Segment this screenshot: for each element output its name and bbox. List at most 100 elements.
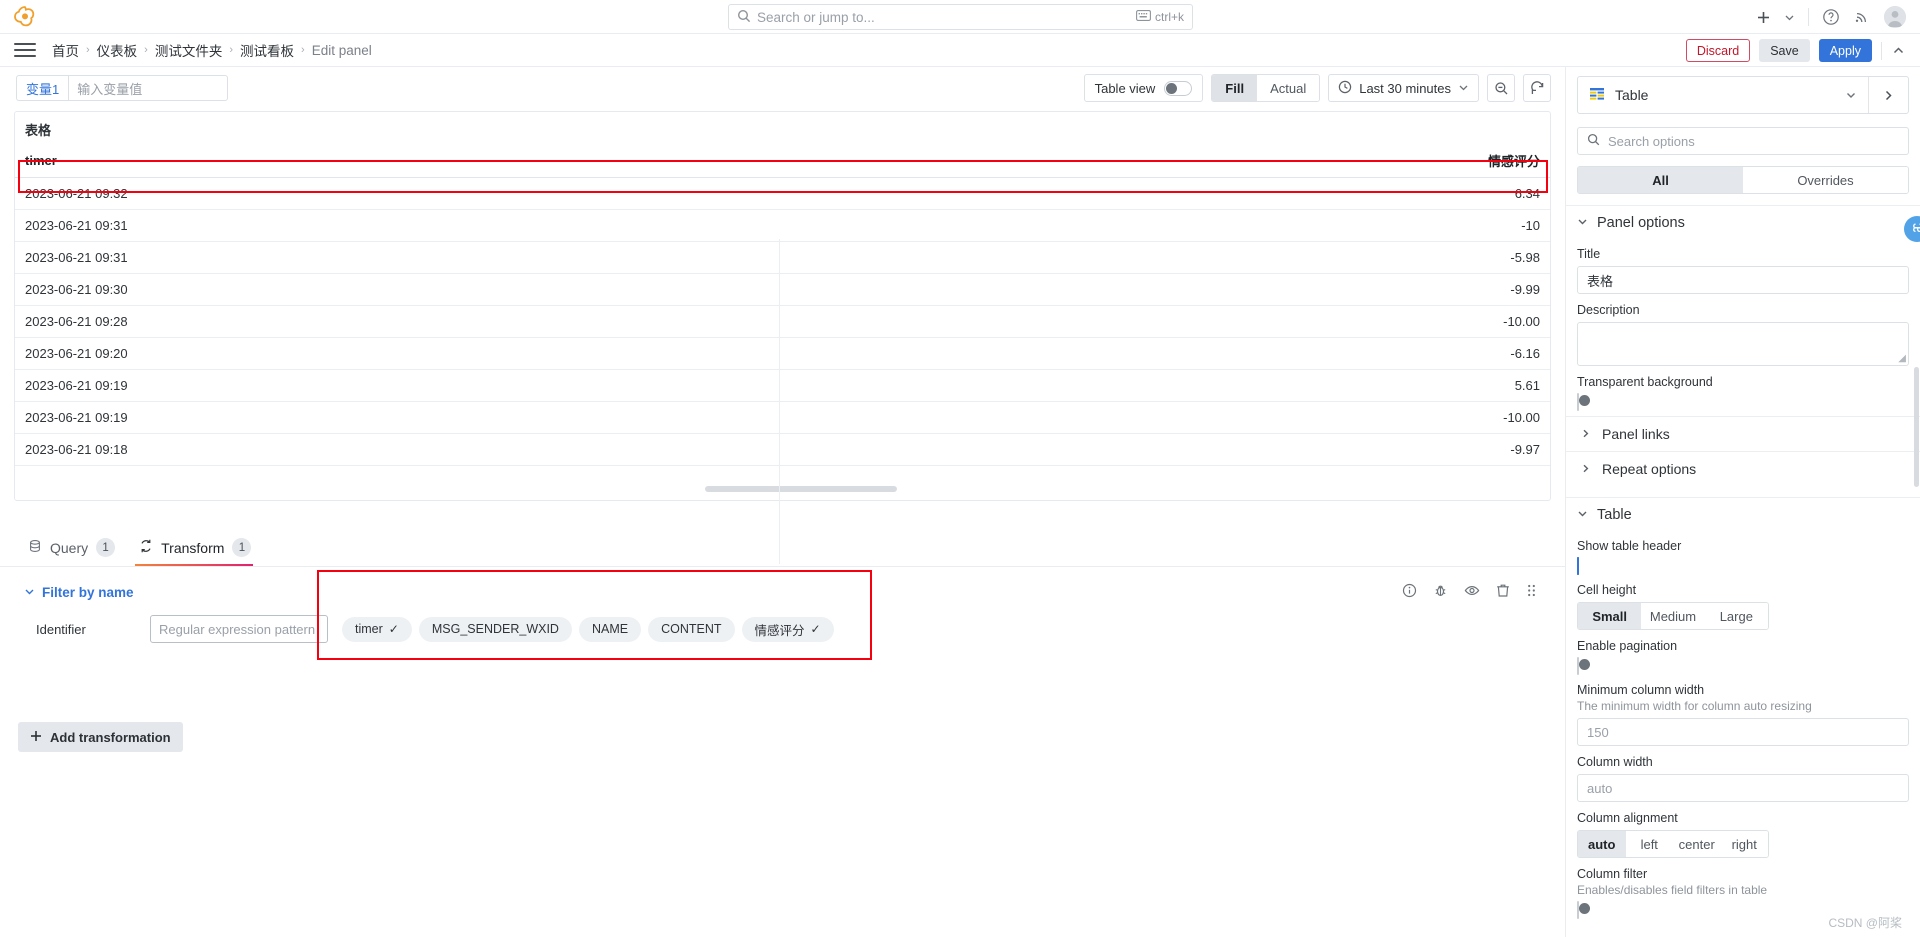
column-header-timer[interactable]: timer — [15, 145, 783, 178]
time-range-picker[interactable]: Last 30 minutes — [1328, 74, 1479, 102]
rss-icon[interactable] — [1853, 8, 1871, 26]
cell-score: -10.00 — [782, 401, 1550, 434]
cell-score: -6.16 — [782, 337, 1550, 370]
repeat-options-row[interactable]: Repeat options — [1566, 451, 1920, 486]
enable-pagination-switch[interactable] — [1577, 657, 1590, 675]
table-options-header[interactable]: Table — [1566, 498, 1920, 530]
eye-icon[interactable] — [1464, 583, 1480, 601]
trash-icon[interactable] — [1496, 583, 1510, 601]
table-row[interactable]: 2023-06-21 09:30 -9.99 — [15, 273, 1550, 306]
edit-panel-actions: Discard Save Apply — [1685, 34, 1906, 67]
table-row[interactable]: 2023-06-21 09:19 5.61 — [15, 369, 1550, 402]
breadcrumb-item-dashboard[interactable]: 测试看板 — [240, 40, 294, 60]
grafana-logo-icon[interactable] — [12, 4, 38, 30]
table-view-toggle-group[interactable]: Table view — [1083, 74, 1204, 102]
cell-height-small[interactable]: Small — [1578, 603, 1642, 629]
table-horizontal-scrollbar[interactable] — [705, 486, 897, 492]
table-row[interactable]: 2023-06-21 09:32 6.34 — [15, 177, 1550, 210]
field-pill-timer[interactable]: timer ✓ — [342, 616, 412, 642]
add-transformation-button[interactable]: Add transformation — [18, 722, 183, 752]
table-row[interactable]: 2023-06-21 09:20 -6.16 — [15, 337, 1550, 370]
help-circle-icon[interactable] — [1822, 8, 1840, 26]
tab-transform[interactable]: Transform 1 — [133, 538, 263, 566]
table-options-label: Table — [1597, 507, 1632, 523]
column-alignment-auto[interactable]: auto — [1578, 831, 1626, 857]
field-pill-msg-sender-wxid[interactable]: MSG_SENDER_WXID — [418, 616, 572, 642]
column-alignment-right[interactable]: right — [1720, 831, 1768, 857]
info-icon[interactable] — [1402, 583, 1417, 601]
database-icon — [28, 539, 42, 556]
table-row[interactable]: 2023-06-21 09:18 -9.97 — [15, 433, 1550, 466]
column-alignment-label: Column alignment — [1577, 811, 1678, 825]
discard-button[interactable]: Discard — [1685, 39, 1751, 62]
apply-button[interactable]: Apply — [1818, 39, 1872, 62]
tab-all[interactable]: All — [1578, 167, 1743, 193]
panel-description-textarea[interactable]: ◢ — [1577, 322, 1909, 366]
global-search-input[interactable]: Search or jump to... ctrl+k — [728, 4, 1193, 30]
min-column-width-input[interactable]: 150 — [1577, 718, 1909, 746]
column-alignment-left[interactable]: left — [1625, 831, 1673, 857]
transparent-background-switch[interactable] — [1577, 393, 1590, 411]
show-table-header-label: Show table header — [1577, 539, 1682, 553]
column-filter-switch[interactable] — [1577, 901, 1590, 919]
cell-height-medium[interactable]: Medium — [1641, 603, 1705, 629]
tab-transform-label: Transform — [161, 539, 225, 556]
panel-options-header[interactable]: Panel options — [1566, 206, 1920, 238]
chevron-up-icon[interactable] — [1891, 43, 1906, 58]
breadcrumb-item-folder[interactable]: 测试文件夹 — [155, 40, 223, 60]
transformation-editor: Filter by name Identifier Regular expres… — [14, 579, 1551, 657]
actual-option[interactable]: Actual — [1257, 75, 1320, 101]
breadcrumb-item-home[interactable]: 首页 — [52, 40, 79, 60]
field-pill-content[interactable]: CONTENT — [648, 616, 735, 642]
title-field-label: Title — [1577, 247, 1601, 261]
column-width-input[interactable]: auto — [1577, 774, 1909, 802]
chevron-right-icon[interactable] — [1868, 77, 1908, 113]
tab-query[interactable]: Query 1 — [22, 538, 127, 566]
hamburger-menu-icon[interactable] — [14, 39, 36, 61]
chevron-down-icon[interactable] — [24, 584, 35, 600]
chevron-right-icon — [1580, 426, 1591, 442]
field-pill-score[interactable]: 情感评分 ✓ — [741, 616, 834, 642]
save-button[interactable]: Save — [1759, 39, 1810, 62]
show-table-header-switch[interactable] — [1577, 557, 1603, 575]
transformation-header[interactable]: Filter by name — [14, 579, 1551, 605]
add-new-button[interactable] — [1756, 10, 1771, 25]
breadcrumb-item-dashboards[interactable]: 仪表板 — [97, 40, 138, 60]
column-header-score[interactable]: 情感评分 — [782, 145, 1550, 178]
user-avatar-icon[interactable] — [1884, 6, 1906, 28]
cell-score: -5.98 — [782, 241, 1550, 274]
field-pill-name[interactable]: NAME — [578, 616, 642, 642]
table-row[interactable]: 2023-06-21 09:31 -5.98 — [15, 241, 1550, 274]
options-pane-scrollbar[interactable] — [1914, 367, 1919, 487]
visualization-panel: 表格 timer 情感评分 2023-06-21 09:32 6.34 2023… — [14, 111, 1551, 501]
chevron-down-icon[interactable] — [1834, 89, 1868, 101]
tab-overrides[interactable]: Overrides — [1743, 167, 1908, 193]
visualization-current[interactable]: Table — [1578, 86, 1834, 105]
global-search-placeholder: Search or jump to... — [757, 9, 875, 25]
search-icon — [1587, 133, 1600, 149]
resize-grip-icon[interactable]: ◢ — [1898, 353, 1906, 364]
search-options-input[interactable]: Search options — [1577, 127, 1909, 155]
regex-pattern-input[interactable]: Regular expression pattern — [150, 615, 328, 643]
column-alignment-center[interactable]: center — [1673, 831, 1721, 857]
chevron-down-icon[interactable] — [1784, 12, 1795, 23]
description-field-label: Description — [1577, 303, 1640, 317]
plus-icon — [30, 730, 42, 745]
panel-links-row[interactable]: Panel links — [1566, 416, 1920, 451]
min-column-width-label: Minimum column width — [1577, 683, 1705, 697]
panel-edit-main: 变量1 输入变量值 Table view Fill Actual Last 30… — [0, 67, 1565, 937]
refresh-button[interactable] — [1523, 74, 1551, 102]
table-view-switch[interactable] — [1164, 80, 1193, 96]
fill-option[interactable]: Fill — [1212, 75, 1258, 101]
table-row[interactable]: 2023-06-21 09:28 -10.00 — [15, 305, 1550, 338]
cell-score: 5.61 — [782, 369, 1550, 402]
drag-handle-icon[interactable] — [1526, 583, 1537, 601]
panel-title-input[interactable]: 表格 — [1577, 266, 1909, 294]
table-row[interactable]: 2023-06-21 09:19 -10.00 — [15, 401, 1550, 434]
panel-options-label: Panel options — [1597, 215, 1685, 231]
variable-input[interactable]: 输入变量值 — [68, 75, 229, 101]
bug-icon[interactable] — [1433, 583, 1448, 601]
table-row[interactable]: 2023-06-21 09:31 -10 — [15, 209, 1550, 242]
cell-height-large[interactable]: Large — [1704, 603, 1768, 629]
zoom-out-button[interactable] — [1487, 74, 1515, 102]
